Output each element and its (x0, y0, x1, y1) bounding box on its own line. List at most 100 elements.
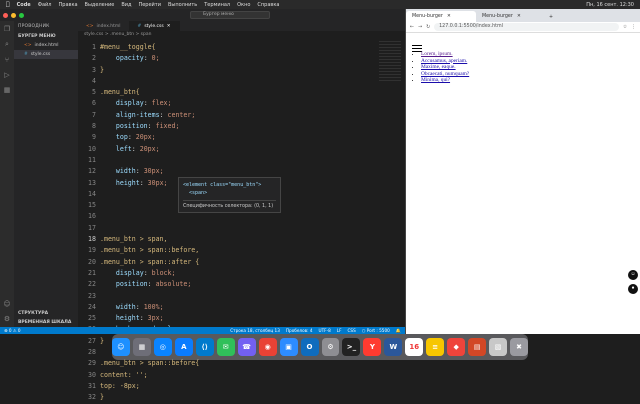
safari-icon[interactable]: ◎ (153, 338, 172, 356)
close-tab-icon[interactable]: ✕ (167, 24, 171, 29)
settings-icon[interactable]: ⚙ (321, 338, 340, 356)
apple-icon[interactable]:  (6, 1, 10, 8)
code-line[interactable]: 24 width: 100%; (78, 302, 378, 313)
maximize-window-icon[interactable] (19, 12, 24, 18)
forward-icon[interactable]: → (418, 25, 422, 30)
code-line[interactable]: 4 (78, 76, 378, 87)
menu-selection[interactable]: Выделение (85, 2, 115, 8)
menu-help[interactable]: Справка (257, 2, 279, 8)
menu-edit[interactable]: Правка (59, 2, 78, 8)
run-debug-icon[interactable]: ▷ (4, 71, 9, 79)
clock[interactable]: Пн, 16 сент. 12:30 (586, 2, 634, 8)
code-line[interactable]: 6 display: flex; (78, 98, 378, 109)
code-line[interactable]: 1 #menu__toggle{ (78, 42, 378, 53)
new-tab-icon[interactable]: + (546, 15, 556, 22)
code-line[interactable]: 20 .menu_btn > span::after { (78, 257, 378, 268)
nav-link-2[interactable]: Accusamus, aperiam. (421, 58, 467, 64)
tab-index-html[interactable]: <> index.html (78, 21, 130, 31)
messages-icon[interactable]: ✉ (216, 338, 235, 356)
indentation-status[interactable]: Пробелов: 4 (286, 328, 313, 333)
outline-section[interactable]: СТРУКТУРА (14, 309, 78, 318)
code-line[interactable]: 23 (78, 291, 378, 302)
back-icon[interactable]: ← (410, 25, 414, 30)
code-line[interactable]: 10 left: 20px; (78, 144, 378, 155)
code-line[interactable]: 32} (78, 392, 378, 403)
terminal-icon[interactable]: >_ (342, 338, 361, 356)
code-line[interactable]: 31 top: -8px; (78, 381, 378, 392)
minimize-window-icon[interactable] (11, 12, 16, 18)
code-line[interactable]: 18 .menu_btn > span, (78, 234, 378, 245)
code-line[interactable]: 12 width: 30px; (78, 166, 378, 177)
notes-icon[interactable]: ≡ (426, 338, 445, 356)
menu-go[interactable]: Перейти (138, 2, 161, 8)
file-index-html[interactable]: <> index.html (14, 41, 78, 50)
code-line[interactable]: 5 .menu_btn{ (78, 87, 378, 98)
files-icon[interactable]: ▤ (468, 338, 487, 356)
close-window-icon[interactable] (3, 12, 8, 18)
code-line[interactable]: 9 top: 20px; (78, 132, 378, 143)
code-line[interactable]: 29 .menu_btn > span::before{ (78, 358, 378, 369)
preview-icon[interactable]: ▧ (489, 338, 508, 356)
code-line[interactable]: 25 height: 3px; (78, 313, 378, 324)
code-line[interactable]: 30 content: ''; (78, 370, 378, 381)
nav-link-4[interactable]: Obcaecati, numquam? (421, 71, 469, 77)
extension-floating-icon-2[interactable]: ● (628, 284, 638, 294)
nav-link-5[interactable]: Minima, qui? (421, 77, 450, 83)
trash-icon[interactable]: ✖ (510, 338, 529, 356)
close-tab-icon[interactable]: ✕ (447, 14, 451, 19)
command-search-input[interactable]: Бургер меню (190, 11, 270, 19)
launchpad-icon[interactable]: ▦ (132, 338, 151, 356)
code-line[interactable]: 22 position: absolute; (78, 279, 378, 290)
extension-floating-icon[interactable]: ☺ (628, 270, 638, 280)
live-server-port[interactable]: ○ Port : 5500 (362, 328, 390, 333)
settings-gear-icon[interactable]: ⚙ (4, 315, 10, 323)
menu-file[interactable]: Файл (38, 2, 52, 8)
tab-style-css[interactable]: # style.css ✕ (129, 21, 180, 31)
menu-run[interactable]: Выполнить (168, 2, 197, 8)
minimap[interactable] (379, 41, 401, 81)
file-style-css[interactable]: # style.css (14, 50, 78, 59)
bookmark-star-icon[interactable]: ☆ (623, 25, 627, 30)
browser-tab-2[interactable]: Menu-burger ✕ (476, 11, 546, 22)
nav-link-3[interactable]: Maxime, eaque. (421, 64, 456, 70)
code-line[interactable]: 2 opacity: 0; (78, 53, 378, 64)
cursor-position[interactable]: Строка 18, столбец 13 (230, 328, 280, 333)
code-line[interactable]: 17 (78, 223, 378, 234)
word-icon[interactable]: W (384, 338, 403, 356)
eol-status[interactable]: LF (337, 328, 342, 333)
notifications-icon[interactable]: 🔔 (396, 328, 401, 334)
browser-tab-1[interactable]: Menu-burger ✕ (406, 11, 476, 22)
explorer-icon[interactable]: ❐ (4, 25, 10, 33)
breadcrumb[interactable]: style.css > .menu_btn > span (78, 31, 405, 39)
yandex-icon[interactable]: Y (363, 338, 382, 356)
problems-status[interactable]: ⊗ 0 ⚠ 0 (4, 328, 21, 333)
browser-menu-icon[interactable]: ⋮ (631, 25, 636, 30)
reload-icon[interactable]: ↻ (426, 25, 430, 30)
menu-terminal[interactable]: Терминал (204, 2, 230, 8)
menu-app-name[interactable]: Code (17, 2, 31, 8)
encoding-status[interactable]: UTF-8 (319, 328, 331, 333)
menu-view[interactable]: Вид (121, 2, 131, 8)
address-bar[interactable]: 127.0.0.1:5500/index.html (434, 23, 619, 31)
vscode-icon[interactable]: ⟨⟩ (195, 338, 214, 356)
menu-window[interactable]: Окно (237, 2, 250, 8)
code-line[interactable]: 11 (78, 155, 378, 166)
search-icon[interactable]: ⌕ (5, 40, 9, 49)
finder-icon[interactable]: ☺ (111, 338, 130, 356)
anydesk-icon[interactable]: ◆ (447, 338, 466, 356)
zoom-icon[interactable]: ▣ (279, 338, 298, 356)
code-line[interactable]: 19 .menu_btn > span::before, (78, 245, 378, 256)
code-line[interactable]: 7 align-items: center; (78, 110, 378, 121)
viber-icon[interactable]: ☎ (237, 338, 256, 356)
outlook-icon[interactable]: O (300, 338, 319, 356)
close-tab-icon[interactable]: ✕ (517, 14, 521, 19)
code-line[interactable]: 3} (78, 65, 378, 76)
appstore-icon[interactable]: A (174, 338, 193, 356)
calendar-icon[interactable]: 16 (405, 338, 424, 356)
project-folder[interactable]: БУРГЕР МЕНЮ (14, 32, 78, 41)
code-line[interactable]: 16 (78, 211, 378, 222)
nav-link-1[interactable]: Lorem, ipsum. (421, 51, 453, 57)
language-status[interactable]: CSS (348, 328, 356, 333)
extensions-icon[interactable]: ▦ (4, 86, 11, 94)
chrome-icon[interactable]: ◉ (258, 338, 277, 356)
